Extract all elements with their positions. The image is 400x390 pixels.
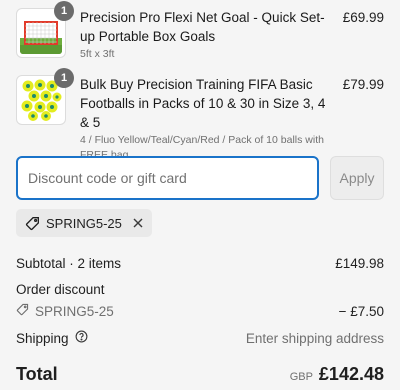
subtotal-value: £149.98 [335,256,384,271]
tag-icon [25,216,40,231]
line-item-footballs: 1 Bulk Buy Precision Training FIFA Basic… [16,68,384,163]
discount-code-label: SPRING5-25 [35,303,114,319]
goal-image [20,12,62,54]
total-row: Total GBP £142.48 [16,364,384,385]
currency-code: GBP [289,371,313,383]
line-item-goal: 1 Precision Pro Flexi Net Goal - Quick S… [16,1,384,62]
discount-row: Apply [16,156,384,200]
remove-discount-icon[interactable] [132,217,144,229]
quantity-badge: 1 [54,68,74,88]
total-label: Total [16,364,58,384]
quantity-badge: 1 [54,1,74,21]
item-variant: 5ft x 3ft [80,48,115,60]
shipping-label: Shipping [16,330,69,346]
tag-icon [16,303,29,319]
footballs-image [20,79,62,121]
help-icon[interactable] [75,330,88,346]
discount-value: − £7.50 [338,303,384,319]
item-title: Bulk Buy Precision Training FIFA Basic F… [80,77,326,130]
item-price: £69.99 [342,10,384,25]
applied-discount-chip: SPRING5-25 [16,209,152,237]
discount-code-row: SPRING5-25 − £7.50 [16,303,384,319]
subtotal-row: Subtotal · 2 items £149.98 [16,256,384,271]
discount-code-input[interactable] [16,156,319,200]
apply-discount-button[interactable]: Apply [330,156,384,200]
shipping-value: Enter shipping address [245,330,384,346]
subtotal-label: Subtotal · 2 items [16,256,122,271]
applied-code-label: SPRING5-25 [46,215,122,231]
total-amount: £142.48 [318,364,384,384]
product-thumbnail: 1 [16,68,74,125]
item-price: £79.99 [342,77,384,92]
order-discount-row: Order discount [16,282,384,297]
item-info: Precision Pro Flexi Net Goal - Quick Set… [66,8,343,62]
order-discount-label: Order discount [16,282,105,297]
shipping-row: Shipping Enter shipping address [16,330,384,346]
product-thumbnail: 1 [16,1,74,58]
item-title: Precision Pro Flexi Net Goal - Quick Set… [80,10,325,44]
item-info: Bulk Buy Precision Training FIFA Basic F… [66,75,343,163]
